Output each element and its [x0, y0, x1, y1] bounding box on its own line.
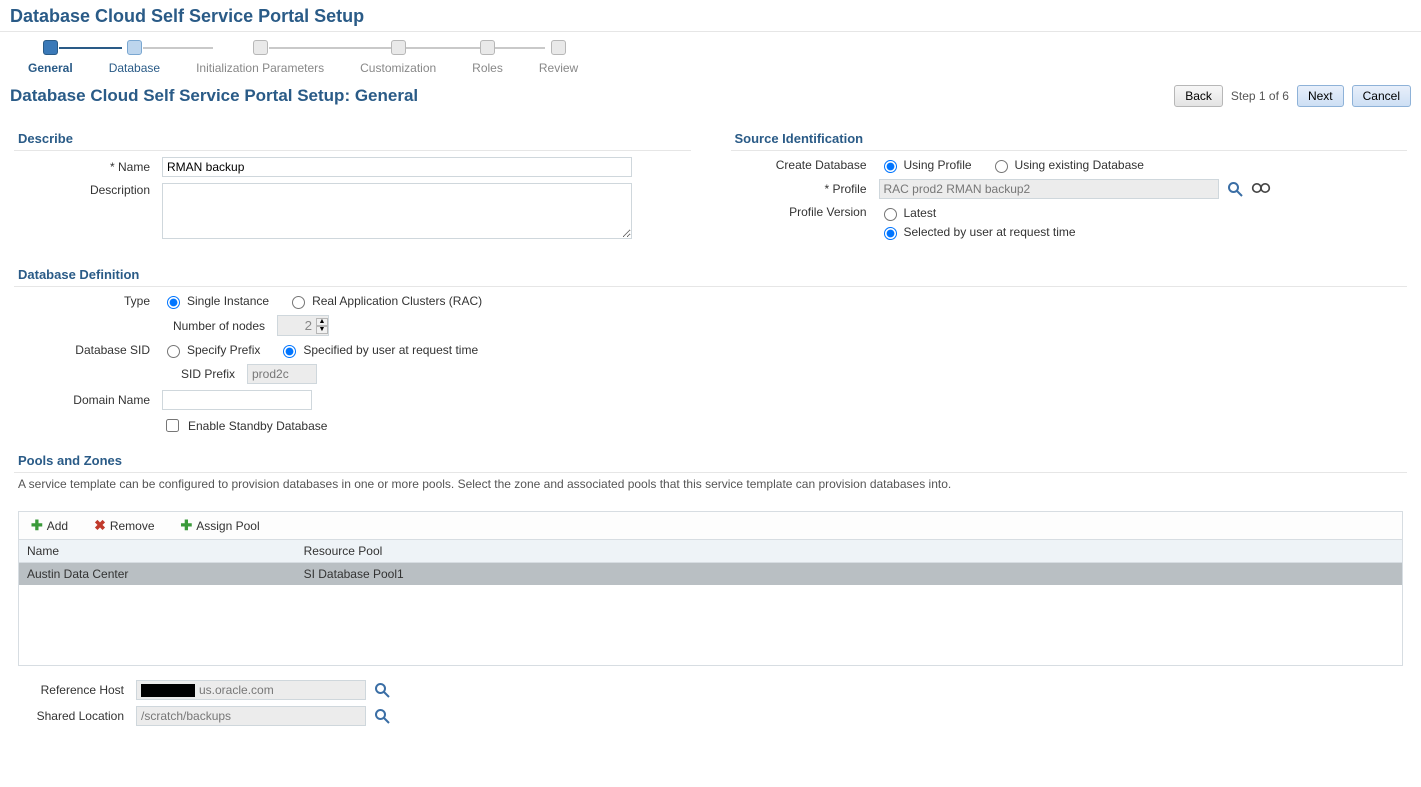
spinner-up-icon[interactable]: ▲: [316, 318, 328, 326]
view-icon[interactable]: [1251, 181, 1271, 198]
type-label: Type: [14, 294, 154, 308]
wizard-step-general[interactable]: General: [10, 40, 91, 75]
reference-host-input: us.oracle.com: [136, 680, 366, 700]
sid-prefix-label: SID Prefix: [14, 367, 239, 381]
pools-table: Name Resource Pool Austin Data Center SI…: [19, 540, 1402, 585]
name-input[interactable]: [162, 157, 632, 177]
radio-label: Real Application Clusters (RAC): [312, 294, 482, 308]
radio-using-profile[interactable]: Using Profile: [879, 157, 972, 173]
source-id-panel-title: Source Identification: [731, 125, 1408, 151]
profile-version-label: Profile Version: [731, 205, 871, 219]
radio-sid-prefix[interactable]: Specify Prefix: [162, 342, 260, 358]
search-icon[interactable]: [374, 682, 390, 698]
radio-pv-selected[interactable]: Selected by user at request time: [879, 224, 1076, 240]
radio-label: Selected by user at request time: [904, 225, 1076, 239]
reference-host-suffix: us.oracle.com: [199, 683, 274, 697]
profile-input: [879, 179, 1219, 199]
pools-description: A service template can be configured to …: [14, 473, 1407, 501]
plus-icon: ✚: [31, 517, 43, 534]
wizard-label: Customization: [360, 61, 436, 75]
wizard-label: General: [28, 61, 73, 75]
radio-type-rac[interactable]: Real Application Clusters (RAC): [287, 293, 482, 309]
db-def-panel-title: Database Definition: [14, 261, 1407, 287]
wizard-step-database[interactable]: Database: [91, 40, 178, 75]
wizard-step-init-params[interactable]: Initialization Parameters: [178, 40, 342, 75]
sid-prefix-input: [247, 364, 317, 384]
shared-location-input: [136, 706, 366, 726]
profile-label: Profile: [731, 182, 871, 196]
db-sid-label: Database SID: [14, 343, 154, 357]
domain-name-input[interactable]: [162, 390, 312, 410]
wizard-step-customization[interactable]: Customization: [342, 40, 454, 75]
button-label: Add: [47, 519, 68, 533]
radio-label: Latest: [904, 206, 937, 220]
radio-using-existing[interactable]: Using existing Database: [990, 157, 1144, 173]
spinner-down-icon[interactable]: ▼: [316, 326, 328, 334]
pools-panel-title: Pools and Zones: [14, 447, 1407, 473]
assign-pool-button[interactable]: ✚Assign Pool: [175, 516, 266, 535]
describe-panel-title: Describe: [14, 125, 691, 151]
next-button[interactable]: Next: [1297, 85, 1344, 107]
add-button[interactable]: ✚ Add: [25, 516, 74, 535]
radio-pv-latest[interactable]: Latest: [879, 205, 937, 221]
wizard-label: Review: [539, 61, 578, 75]
search-icon[interactable]: [1227, 181, 1243, 197]
create-db-label: Create Database: [731, 158, 871, 172]
back-button[interactable]: Back: [1174, 85, 1223, 107]
redacted-host-prefix: [141, 684, 195, 697]
radio-sid-user-specified[interactable]: Specified by user at request time: [278, 342, 478, 358]
wizard-dot-icon: [253, 40, 268, 55]
domain-name-label: Domain Name: [14, 393, 154, 407]
radio-label: Specify Prefix: [187, 343, 260, 357]
table-row[interactable]: Austin Data Center SI Database Pool1: [19, 563, 1402, 586]
table-empty-area: [19, 585, 1402, 665]
section-title: Database Cloud Self Service Portal Setup…: [10, 86, 418, 106]
nodes-label: Number of nodes: [14, 319, 269, 333]
wizard-dot-icon: [480, 40, 495, 55]
wizard-dot-icon: [551, 40, 566, 55]
standby-checkbox[interactable]: Enable Standby Database: [162, 416, 327, 435]
cell-name: Austin Data Center: [19, 563, 296, 586]
pools-table-container: ✚Add ✖Remove ✚Assign Pool Name Resource …: [18, 511, 1403, 666]
col-name-header[interactable]: Name: [19, 540, 296, 563]
col-pool-header[interactable]: Resource Pool: [296, 540, 1402, 563]
wizard-dot-icon: [43, 40, 58, 55]
radio-label: Using existing Database: [1015, 158, 1144, 172]
remove-button[interactable]: ✖ Remove: [88, 516, 160, 535]
name-label: Name: [14, 160, 154, 174]
radio-label: Specified by user at request time: [303, 343, 478, 357]
button-label: Remove: [110, 519, 155, 533]
wizard-step-review[interactable]: Review: [521, 40, 596, 75]
wizard-step-roles[interactable]: Roles: [454, 40, 521, 75]
button-label: Assign Pool: [196, 519, 259, 533]
page-title: Database Cloud Self Service Portal Setup: [0, 0, 1421, 32]
radio-type-single[interactable]: Single Instance: [162, 293, 269, 309]
search-icon[interactable]: [374, 708, 390, 724]
wizard-label: Roles: [472, 61, 503, 75]
x-icon: ✖: [94, 517, 106, 534]
cell-pool: SI Database Pool1: [296, 563, 1402, 586]
nodes-input: [278, 316, 314, 335]
step-indicator: Step 1 of 6: [1231, 89, 1289, 103]
description-label: Description: [14, 183, 154, 197]
reference-host-label: Reference Host: [18, 683, 128, 697]
wizard-label: Initialization Parameters: [196, 61, 324, 75]
wizard-label: Database: [109, 61, 160, 75]
shared-location-label: Shared Location: [18, 709, 128, 723]
wizard-dot-icon: [127, 40, 142, 55]
wizard-nav: General Database Initialization Paramete…: [0, 32, 1421, 79]
description-textarea[interactable]: [162, 183, 632, 239]
checkbox-label: Enable Standby Database: [188, 419, 327, 433]
plus-icon: ✚: [181, 517, 193, 534]
cancel-button[interactable]: Cancel: [1352, 85, 1411, 107]
radio-label: Using Profile: [904, 158, 972, 172]
radio-label: Single Instance: [187, 294, 269, 308]
wizard-dot-icon: [391, 40, 406, 55]
nodes-spinner[interactable]: ▲ ▼: [277, 315, 329, 336]
